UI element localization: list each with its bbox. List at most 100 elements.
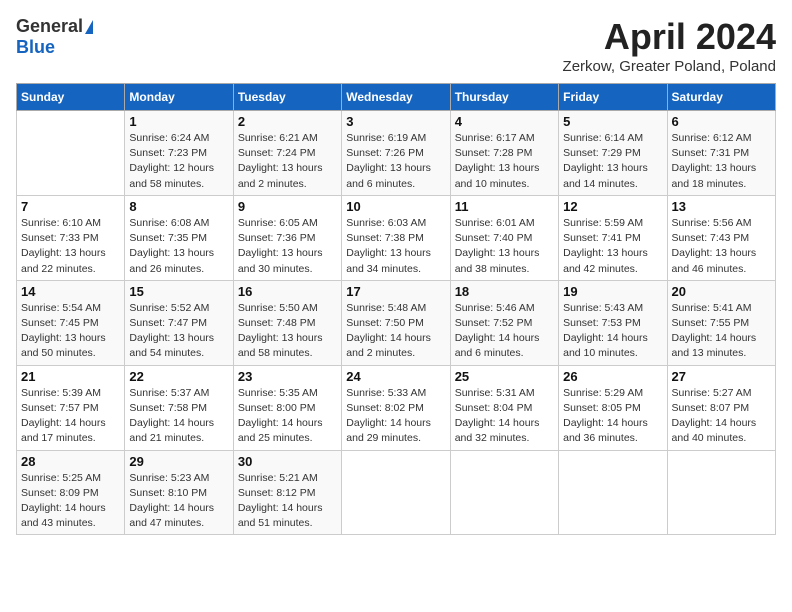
day-info: Sunrise: 6:03 AM Sunset: 7:38 PM Dayligh…	[346, 216, 445, 277]
day-cell: 28 Sunrise: 5:25 AM Sunset: 8:09 PM Dayli…	[17, 450, 125, 535]
week-row-5: 28 Sunrise: 5:25 AM Sunset: 8:09 PM Dayli…	[17, 450, 776, 535]
day-cell: 18Sunrise: 5:46 AM Sunset: 7:52 PM Dayli…	[450, 280, 558, 365]
day-number: 12	[563, 199, 662, 214]
day-cell: 13 Sunrise: 5:56 AM Sunset: 7:43 PM Dayli…	[667, 195, 775, 280]
day-cell: 16 Sunrise: 5:50 AM Sunset: 7:48 PM Dayli…	[233, 280, 341, 365]
day-cell	[667, 450, 775, 535]
day-info: Sunrise: 6:19 AM Sunset: 7:26 PM Dayligh…	[346, 131, 445, 192]
day-cell: 25Sunrise: 5:31 AM Sunset: 8:04 PM Dayli…	[450, 365, 558, 450]
day-number: 22	[129, 369, 228, 384]
day-info: Sunrise: 6:24 AM Sunset: 7:23 PM Dayligh…	[129, 131, 228, 192]
header-monday: Monday	[125, 84, 233, 111]
day-number: 4	[455, 114, 554, 129]
day-cell: 23 Sunrise: 5:35 AM Sunset: 8:00 PM Dayli…	[233, 365, 341, 450]
day-cell: 10 Sunrise: 6:03 AM Sunset: 7:38 PM Dayli…	[342, 195, 450, 280]
day-info: Sunrise: 5:46 AM Sunset: 7:52 PM Dayligh…	[455, 301, 554, 362]
logo-blue: Blue	[16, 37, 55, 58]
day-info: Sunrise: 6:17 AM Sunset: 7:28 PM Dayligh…	[455, 131, 554, 192]
day-number: 28	[21, 454, 120, 469]
day-cell	[559, 450, 667, 535]
day-cell: 17 Sunrise: 5:48 AM Sunset: 7:50 PM Dayli…	[342, 280, 450, 365]
day-number: 1	[129, 114, 228, 129]
day-number: 7	[21, 199, 120, 214]
day-info: Sunrise: 5:54 AM Sunset: 7:45 PM Dayligh…	[21, 301, 120, 362]
day-info: Sunrise: 6:10 AM Sunset: 7:33 PM Dayligh…	[21, 216, 120, 277]
day-info: Sunrise: 6:12 AM Sunset: 7:31 PM Dayligh…	[672, 131, 771, 192]
day-info: Sunrise: 5:33 AM Sunset: 8:02 PM Dayligh…	[346, 386, 445, 447]
week-row-1: 1 Sunrise: 6:24 AM Sunset: 7:23 PM Daylig…	[17, 111, 776, 196]
week-row-3: 14 Sunrise: 5:54 AM Sunset: 7:45 PM Dayli…	[17, 280, 776, 365]
day-info: Sunrise: 5:23 AM Sunset: 8:10 PM Dayligh…	[129, 471, 228, 532]
day-cell	[342, 450, 450, 535]
day-info: Sunrise: 5:59 AM Sunset: 7:41 PM Dayligh…	[563, 216, 662, 277]
day-cell: 22 Sunrise: 5:37 AM Sunset: 7:58 PM Dayli…	[125, 365, 233, 450]
day-number: 30	[238, 454, 337, 469]
day-info: Sunrise: 6:21 AM Sunset: 7:24 PM Dayligh…	[238, 131, 337, 192]
day-cell: 7 Sunrise: 6:10 AM Sunset: 7:33 PM Daylig…	[17, 195, 125, 280]
day-info: Sunrise: 5:31 AM Sunset: 8:04 PM Dayligh…	[455, 386, 554, 447]
location-subtitle: Zerkow, Greater Poland, Poland	[563, 58, 776, 75]
day-number: 20	[672, 284, 771, 299]
week-row-2: 7 Sunrise: 6:10 AM Sunset: 7:33 PM Daylig…	[17, 195, 776, 280]
day-cell: 21Sunrise: 5:39 AM Sunset: 7:57 PM Dayli…	[17, 365, 125, 450]
month-title: April 2024	[563, 16, 776, 58]
day-number: 11	[455, 199, 554, 214]
day-info: Sunrise: 6:01 AM Sunset: 7:40 PM Dayligh…	[455, 216, 554, 277]
day-info: Sunrise: 5:39 AM Sunset: 7:57 PM Dayligh…	[21, 386, 120, 447]
day-cell	[17, 111, 125, 196]
day-number: 16	[238, 284, 337, 299]
day-info: Sunrise: 5:43 AM Sunset: 7:53 PM Dayligh…	[563, 301, 662, 362]
header-friday: Friday	[559, 84, 667, 111]
day-number: 3	[346, 114, 445, 129]
day-number: 5	[563, 114, 662, 129]
calendar-header-row: SundayMondayTuesdayWednesdayThursdayFrid…	[17, 84, 776, 111]
day-info: Sunrise: 5:52 AM Sunset: 7:47 PM Dayligh…	[129, 301, 228, 362]
day-info: Sunrise: 6:08 AM Sunset: 7:35 PM Dayligh…	[129, 216, 228, 277]
day-cell: 20 Sunrise: 5:41 AM Sunset: 7:55 PM Dayli…	[667, 280, 775, 365]
week-row-4: 21Sunrise: 5:39 AM Sunset: 7:57 PM Dayli…	[17, 365, 776, 450]
day-cell: 3 Sunrise: 6:19 AM Sunset: 7:26 PM Daylig…	[342, 111, 450, 196]
day-number: 13	[672, 199, 771, 214]
header-thursday: Thursday	[450, 84, 558, 111]
day-info: Sunrise: 6:14 AM Sunset: 7:29 PM Dayligh…	[563, 131, 662, 192]
day-number: 8	[129, 199, 228, 214]
day-cell: 26 Sunrise: 5:29 AM Sunset: 8:05 PM Dayli…	[559, 365, 667, 450]
day-cell: 9 Sunrise: 6:05 AM Sunset: 7:36 PM Daylig…	[233, 195, 341, 280]
logo: General Blue	[16, 16, 93, 58]
header-sunday: Sunday	[17, 84, 125, 111]
day-info: Sunrise: 5:56 AM Sunset: 7:43 PM Dayligh…	[672, 216, 771, 277]
day-cell: 19Sunrise: 5:43 AM Sunset: 7:53 PM Dayli…	[559, 280, 667, 365]
day-number: 23	[238, 369, 337, 384]
day-number: 14	[21, 284, 120, 299]
day-cell: 6 Sunrise: 6:12 AM Sunset: 7:31 PM Daylig…	[667, 111, 775, 196]
day-info: Sunrise: 5:48 AM Sunset: 7:50 PM Dayligh…	[346, 301, 445, 362]
day-cell: 29Sunrise: 5:23 AM Sunset: 8:10 PM Dayli…	[125, 450, 233, 535]
day-cell: 30Sunrise: 5:21 AM Sunset: 8:12 PM Dayli…	[233, 450, 341, 535]
day-number: 10	[346, 199, 445, 214]
day-number: 17	[346, 284, 445, 299]
day-number: 6	[672, 114, 771, 129]
day-cell: 24Sunrise: 5:33 AM Sunset: 8:02 PM Dayli…	[342, 365, 450, 450]
day-info: Sunrise: 5:29 AM Sunset: 8:05 PM Dayligh…	[563, 386, 662, 447]
day-cell: 5 Sunrise: 6:14 AM Sunset: 7:29 PM Daylig…	[559, 111, 667, 196]
day-info: Sunrise: 6:05 AM Sunset: 7:36 PM Dayligh…	[238, 216, 337, 277]
day-number: 9	[238, 199, 337, 214]
day-number: 15	[129, 284, 228, 299]
day-info: Sunrise: 5:50 AM Sunset: 7:48 PM Dayligh…	[238, 301, 337, 362]
day-number: 26	[563, 369, 662, 384]
header-saturday: Saturday	[667, 84, 775, 111]
day-cell: 4 Sunrise: 6:17 AM Sunset: 7:28 PM Daylig…	[450, 111, 558, 196]
header: General Blue April 2024 Zerkow, Greater …	[16, 16, 776, 75]
day-info: Sunrise: 5:27 AM Sunset: 8:07 PM Dayligh…	[672, 386, 771, 447]
day-info: Sunrise: 5:25 AM Sunset: 8:09 PM Dayligh…	[21, 471, 120, 532]
day-cell: 27Sunrise: 5:27 AM Sunset: 8:07 PM Dayli…	[667, 365, 775, 450]
day-cell: 1 Sunrise: 6:24 AM Sunset: 7:23 PM Daylig…	[125, 111, 233, 196]
title-area: April 2024 Zerkow, Greater Poland, Polan…	[563, 16, 776, 75]
day-cell: 14 Sunrise: 5:54 AM Sunset: 7:45 PM Dayli…	[17, 280, 125, 365]
day-cell: 15 Sunrise: 5:52 AM Sunset: 7:47 PM Dayli…	[125, 280, 233, 365]
day-info: Sunrise: 5:35 AM Sunset: 8:00 PM Dayligh…	[238, 386, 337, 447]
logo-triangle-icon	[85, 20, 93, 34]
day-info: Sunrise: 5:41 AM Sunset: 7:55 PM Dayligh…	[672, 301, 771, 362]
day-info: Sunrise: 5:37 AM Sunset: 7:58 PM Dayligh…	[129, 386, 228, 447]
day-number: 2	[238, 114, 337, 129]
